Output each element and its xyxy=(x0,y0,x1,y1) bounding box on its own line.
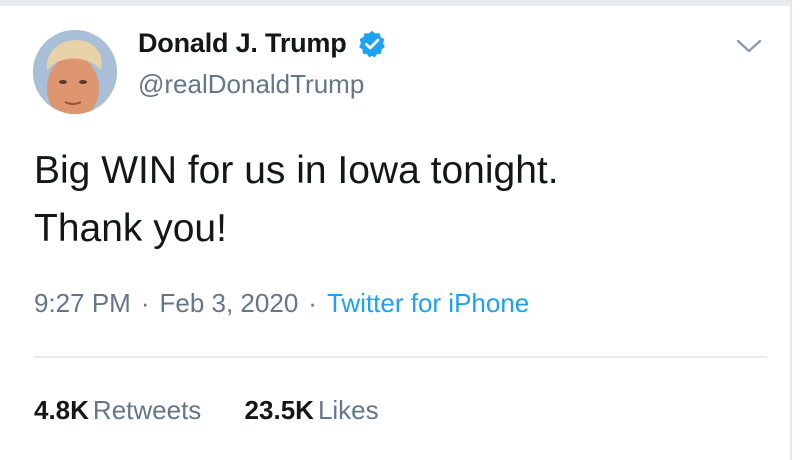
meta-separator: · xyxy=(140,288,150,318)
likes-count: 23.5K xyxy=(244,395,314,425)
divider xyxy=(34,356,767,358)
verified-badge-icon xyxy=(357,29,387,59)
tweet-stats: 4.8K Retweets 23.5K Likes xyxy=(34,395,415,426)
likes-label: Likes xyxy=(317,395,379,425)
avatar[interactable] xyxy=(33,30,117,114)
retweets-label: Retweets xyxy=(92,395,202,425)
tweet-source-link[interactable]: Twitter for iPhone xyxy=(327,288,529,318)
tweet-date[interactable]: Feb 3, 2020 xyxy=(160,288,299,318)
chevron-down-icon[interactable] xyxy=(734,36,764,56)
likes-stat[interactable]: 23.5K Likes xyxy=(245,395,379,426)
author-display-name[interactable]: Donald J. Trump xyxy=(138,28,347,59)
tweet-time[interactable]: 9:27 PM xyxy=(34,288,131,318)
meta-separator: · xyxy=(308,288,317,318)
retweets-count: 4.8K xyxy=(34,395,89,425)
tweet-text-line: Thank you! xyxy=(34,207,227,250)
tweet-meta: 9:27 PM · Feb 3, 2020 · Twitter for iPhone xyxy=(34,288,529,319)
retweets-stat[interactable]: 4.8K Retweets xyxy=(34,395,201,426)
right-border xyxy=(790,0,800,460)
tweet-card: Donald J. Trump @realDonaldTrump Big WIN… xyxy=(0,6,788,460)
profile-photo-icon xyxy=(33,30,117,114)
tweet-text: Big WIN for us in Iowa tonight. Thank yo… xyxy=(34,142,754,258)
tweet-text-line: Big WIN for us in Iowa tonight. xyxy=(34,149,559,192)
author-block: Donald J. Trump @realDonaldTrump xyxy=(138,28,387,100)
author-handle[interactable]: @realDonaldTrump xyxy=(138,69,387,100)
